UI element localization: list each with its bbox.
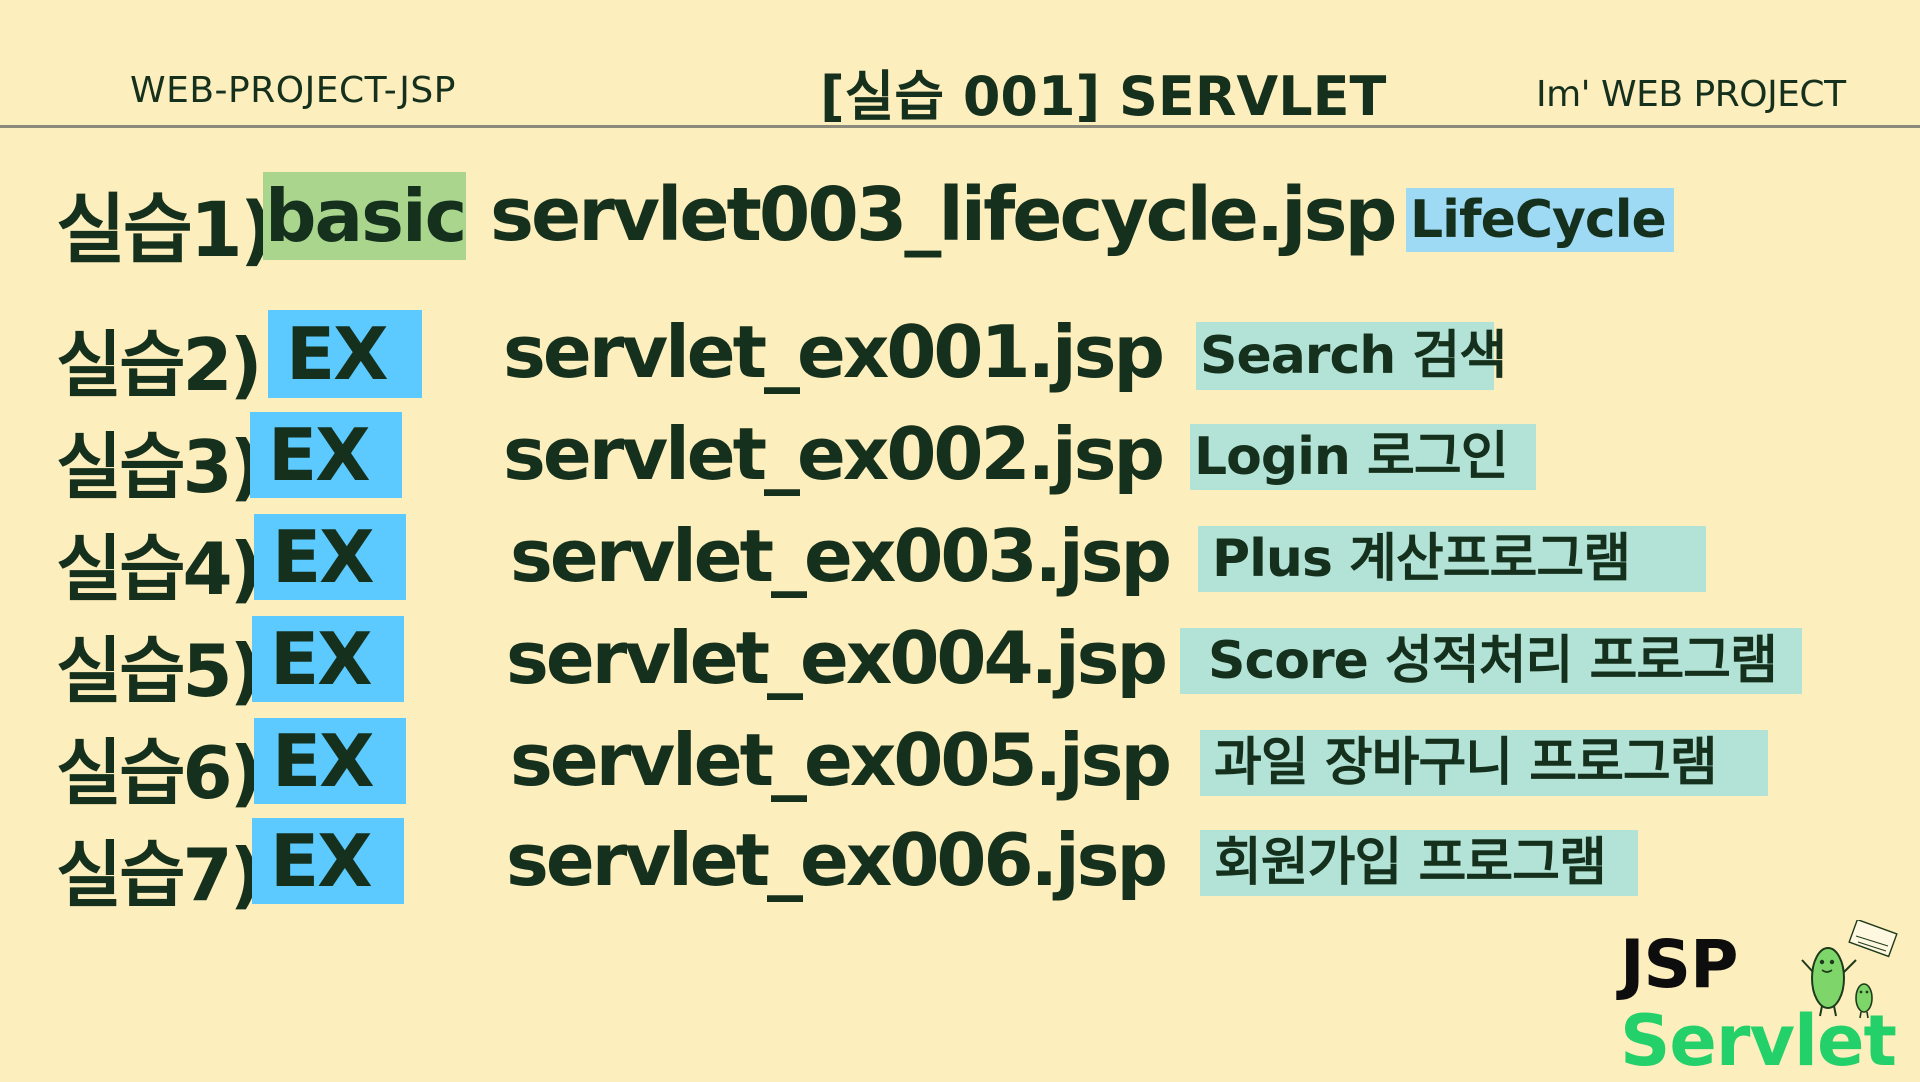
brand-label: Im' WEB PROJECT [1536,74,1846,115]
exercise-tag-ex: EX [254,514,406,600]
exercise-label: 실습1) [56,185,274,274]
exercise-description: 과일 장바구니 프로그램 [1200,730,1768,796]
exercise-tag-ex: EX [252,818,404,904]
exercise-tag-ex: EX [254,718,406,804]
exercise-tag-ex: EX [250,412,402,498]
exercise-label: 실습7) [56,833,262,917]
exercise-tag-basic: basic [263,172,467,260]
exercise-file: servlet003_lifecycle.jsp [490,172,1397,258]
exercise-tag-ex: EX [252,616,404,702]
exercise-label: 실습6) [56,731,262,815]
logo-jsp-text: JSP [1620,926,1738,1003]
exercise-label: 실습3) [56,425,262,509]
exercise-file: servlet_ex006.jsp [506,818,1168,902]
exercise-label: 실습4) [56,527,262,611]
exercise-tag-ex: EX [268,310,422,398]
exercise-file: servlet_ex001.jsp [503,310,1165,394]
exercise-description: Plus 계산프로그램 [1198,526,1706,592]
exercise-description: 회원가입 프로그램 [1200,830,1638,896]
mascot-icon [1801,920,1898,1019]
exercise-file: servlet_ex003.jsp [510,514,1172,598]
project-name: WEB-PROJECT-JSP [130,70,456,111]
exercise-description: Search 검색 [1196,322,1507,390]
exercise-description: Score 성적처리 프로그램 [1180,628,1802,694]
exercise-file: servlet_ex004.jsp [506,616,1168,700]
page-title: [실습 001] SERVLET [820,65,1387,128]
header-bar: WEB-PROJECT-JSP [실습 001] SERVLET Im' WEB… [0,0,1920,128]
exercise-label: 실습2) [56,323,262,407]
exercise-file: servlet_ex005.jsp [510,718,1172,802]
header-divider [0,125,1920,128]
exercise-file: servlet_ex002.jsp [503,412,1165,496]
exercise-description: LifeCycle [1406,188,1674,252]
exercise-description: Login 로그인 [1190,424,1536,490]
exercise-label: 실습5) [56,629,262,713]
